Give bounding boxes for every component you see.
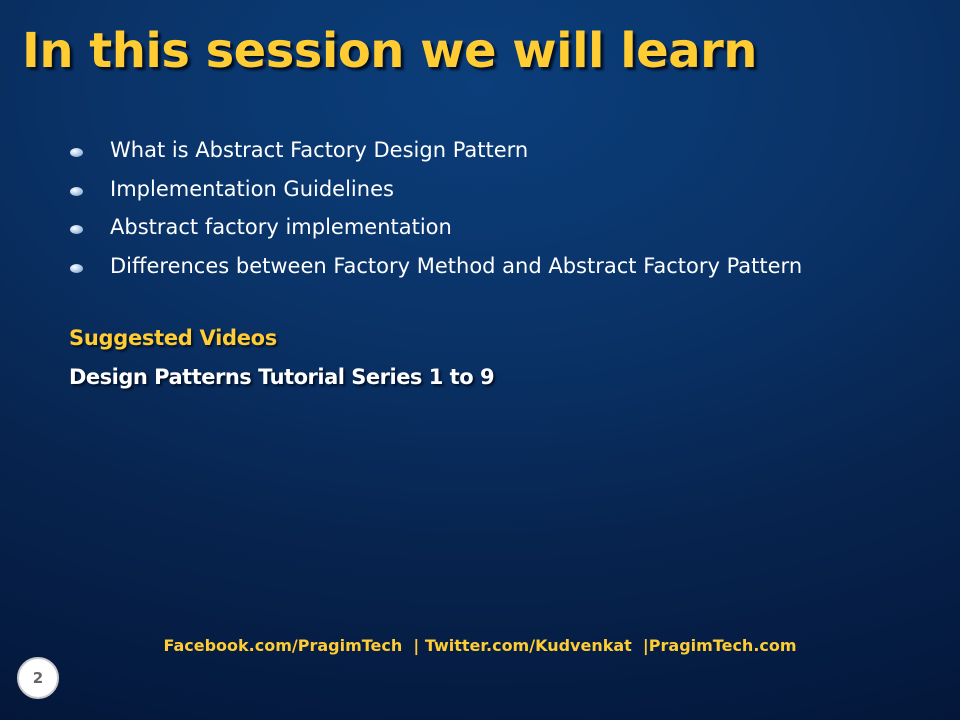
suggested-videos-heading: Suggested Videos xyxy=(69,326,277,350)
footer-links: Facebook.com/PragimTech | Twitter.com/Ku… xyxy=(163,636,797,655)
bullet-text: Abstract factory implementation xyxy=(110,215,452,240)
bullet-text: What is Abstract Factory Design Pattern xyxy=(110,138,529,163)
list-item: Implementation Guidelines xyxy=(70,170,802,209)
bullet-icon xyxy=(70,225,83,235)
list-item: Abstract factory implementation xyxy=(70,208,802,247)
bullet-icon xyxy=(70,186,83,196)
list-item: Differences between Factory Method and A… xyxy=(70,247,802,286)
bullet-text: Differences between Factory Method and A… xyxy=(110,254,803,279)
bullet-list: What is Abstract Factory Design Pattern … xyxy=(70,131,802,285)
slide: In this session we will learn What is Ab… xyxy=(0,0,960,720)
bullet-icon xyxy=(70,263,83,273)
bullet-text: Implementation Guidelines xyxy=(110,176,394,201)
list-item: What is Abstract Factory Design Pattern xyxy=(70,131,802,170)
slide-title: In this session we will learn xyxy=(22,23,757,79)
suggested-videos-item: Design Patterns Tutorial Series 1 to 9 xyxy=(69,365,495,389)
page-number-badge: 2 xyxy=(17,657,59,699)
bullet-icon xyxy=(70,148,83,157)
